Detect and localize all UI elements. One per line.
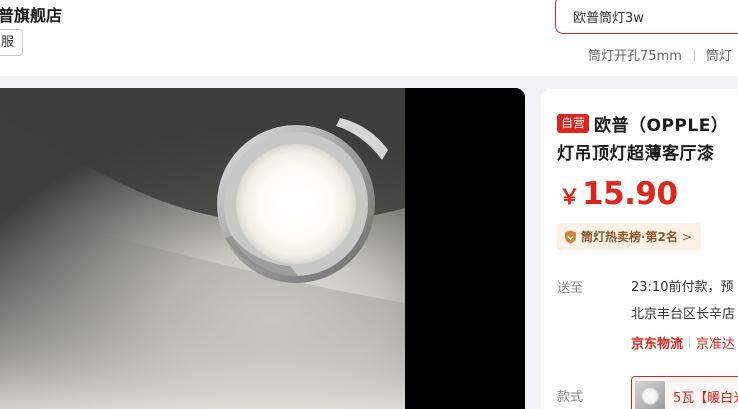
delivery-label: 送至	[557, 281, 584, 296]
downlight-photo	[0, 88, 525, 409]
ranking-text: 筒灯热卖榜·第2名	[581, 230, 678, 244]
ranking-badge[interactable]: 筒灯热卖榜·第2名 >	[557, 223, 701, 250]
divider	[693, 48, 695, 61]
style-thumbnail	[635, 381, 665, 409]
product-price: ￥ 15.90	[559, 176, 678, 212]
jd-logistics-label: 京东物流	[631, 337, 684, 352]
store-header: 普旗舰店 服 欧普筒灯3w 筒灯开孔75mm 筒灯	[0, 0, 738, 76]
style-option-text: 5瓦【暖白光	[673, 390, 738, 406]
product-title-text: 欧普（OPPLE）	[594, 116, 729, 136]
delivery-address[interactable]: 北京丰台区长辛店	[631, 303, 735, 322]
style-label: 款式	[557, 390, 584, 405]
search-input[interactable]: 欧普筒灯3w	[555, 0, 738, 34]
chevron-right-icon: >	[681, 229, 692, 244]
currency-symbol: ￥	[559, 185, 580, 209]
hot-search-words: 筒灯开孔75mm 筒灯	[588, 45, 732, 64]
jd-precise-delivery-label: 京准达	[696, 337, 736, 352]
hot-word-link[interactable]: 筒灯	[706, 45, 732, 64]
product-main-image[interactable]	[0, 88, 525, 409]
shield-icon	[565, 230, 576, 243]
product-title: 自营 欧普（OPPLE）	[557, 111, 728, 136]
hot-word-link[interactable]: 筒灯开孔75mm	[588, 45, 682, 64]
price-value: 15.90	[582, 176, 678, 212]
divider	[689, 336, 691, 349]
search-query[interactable]: 欧普筒灯3w	[573, 7, 644, 26]
self-operated-badge: 自营	[557, 114, 590, 133]
shop-name[interactable]: 普旗舰店	[0, 2, 62, 26]
style-option-selected[interactable]: 5瓦【暖白光	[631, 376, 738, 409]
product-title-continued: 灯吊顶灯超薄客厅漆	[557, 144, 715, 164]
product-info-card: 自营 欧普（OPPLE） 灯吊顶灯超薄客厅漆 ￥ 15.90 筒灯热卖榜·第2名…	[541, 89, 738, 409]
logistics-info: 京东物流 京准达	[631, 333, 735, 352]
product-page: 普旗舰店 服 欧普筒灯3w 筒灯开孔75mm 筒灯 自营 欧普（OPPLE） 灯…	[0, 0, 738, 409]
delivery-time: 23:10前付款，预	[631, 280, 734, 295]
customer-service-button[interactable]: 服	[0, 29, 24, 56]
